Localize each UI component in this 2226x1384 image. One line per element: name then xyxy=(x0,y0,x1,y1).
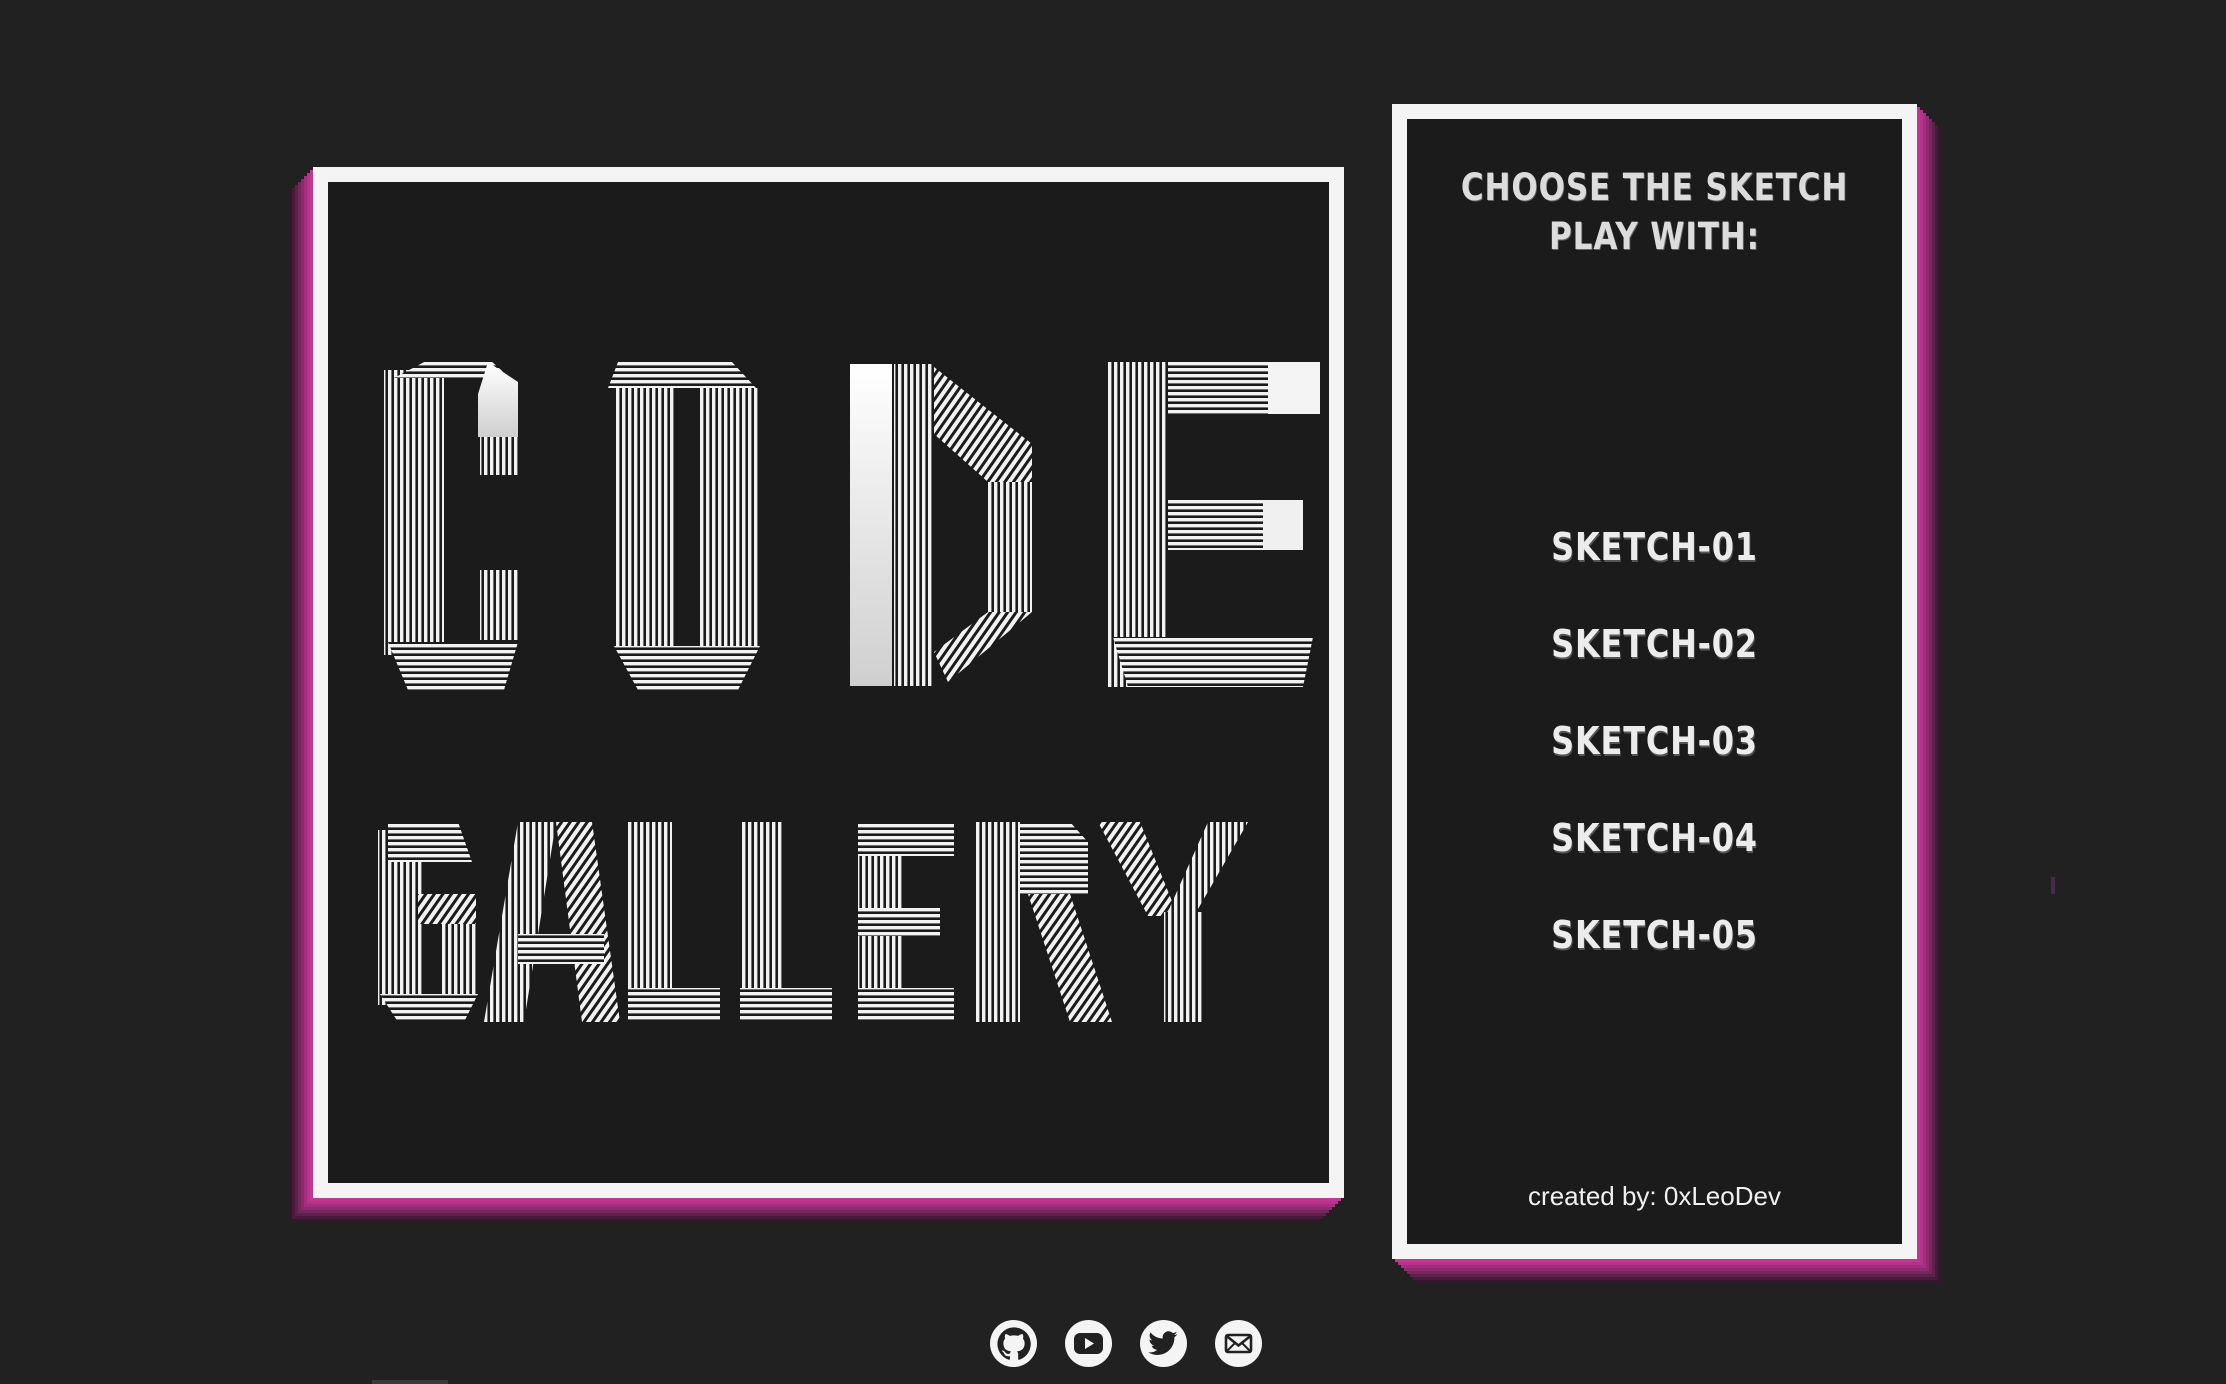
youtube-link[interactable] xyxy=(1065,1320,1112,1367)
letter-r xyxy=(976,822,1112,1022)
sketch-list: SKETCH-01 SKETCH-02 SKETCH-03 SKETCH-04 … xyxy=(1407,499,1902,984)
panel-title: CHOOSE THE SKETCH PLAY WITH: xyxy=(1447,163,1863,261)
sketch-04-link[interactable]: SKETCH-04 xyxy=(1447,790,1863,887)
panel-title-line1: CHOOSE THE SKETCH xyxy=(1460,166,1849,209)
social-links xyxy=(990,1320,1262,1368)
gallery-word xyxy=(378,822,1248,1022)
mail-icon xyxy=(1224,1333,1253,1354)
letter-d xyxy=(850,364,1032,686)
letter-c xyxy=(384,360,518,690)
twitter-icon xyxy=(1148,1331,1178,1355)
sketch-05-link[interactable]: SKETCH-05 xyxy=(1447,887,1863,984)
youtube-icon xyxy=(1074,1333,1103,1354)
letter-g xyxy=(378,822,478,1022)
sketch-menu-panel: CHOOSE THE SKETCH PLAY WITH: SKETCH-01 S… xyxy=(1392,104,1917,1259)
letter-l-1 xyxy=(628,822,720,1022)
author-credit: created by: 0xLeoDev xyxy=(1528,1181,1781,1211)
letter-o xyxy=(608,362,760,690)
email-link[interactable] xyxy=(1215,1320,1262,1367)
twitter-link[interactable] xyxy=(1140,1320,1187,1367)
github-link[interactable] xyxy=(990,1320,1037,1367)
letter-e-2 xyxy=(858,822,954,1022)
code-word xyxy=(384,360,1320,690)
letter-e xyxy=(1108,362,1320,687)
letter-y xyxy=(1098,822,1248,1022)
sketch-01-link[interactable]: SKETCH-01 xyxy=(1447,499,1863,596)
panel-title-line2: PLAY WITH: xyxy=(1549,215,1760,258)
scroll-indicator xyxy=(372,1380,448,1384)
code-gallery-artwork xyxy=(378,360,1320,1022)
letter-l-2 xyxy=(740,822,832,1022)
cursor-mark xyxy=(2051,877,2055,894)
sketch-02-link[interactable]: SKETCH-02 xyxy=(1447,596,1863,693)
letter-a xyxy=(484,822,620,1022)
sketch-03-link[interactable]: SKETCH-03 xyxy=(1447,693,1863,790)
sketch-canvas[interactable] xyxy=(313,167,1344,1198)
github-icon xyxy=(996,1326,1031,1360)
